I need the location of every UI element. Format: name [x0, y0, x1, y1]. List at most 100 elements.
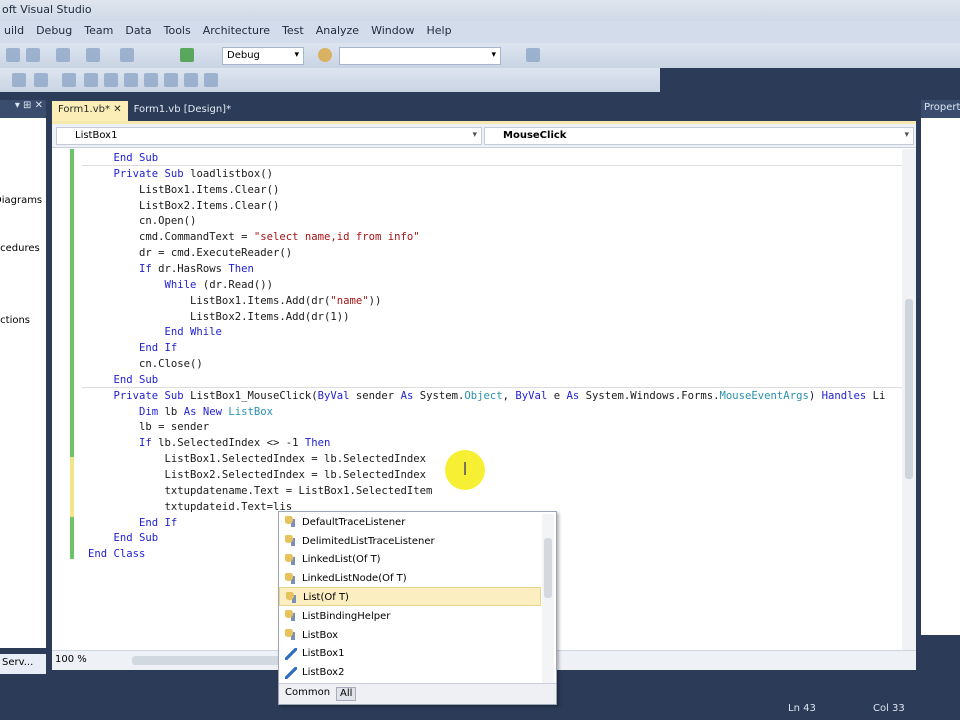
- code-line[interactable]: End If: [88, 340, 177, 356]
- code-line[interactable]: End While: [88, 324, 222, 340]
- tree-item[interactable]: s: [0, 292, 46, 316]
- code-line[interactable]: cn.Open(): [88, 213, 196, 229]
- vertical-scrollbar[interactable]: [902, 149, 916, 651]
- code-line[interactable]: cmd.CommandText = "select name,id from i…: [88, 229, 420, 245]
- completion-item[interactable]: LinkedListNode(Of T): [279, 568, 541, 587]
- tree-item[interactable]: [0, 220, 46, 244]
- code-token: End Sub: [88, 532, 159, 545]
- code-line[interactable]: End If: [88, 515, 177, 531]
- undo-icon[interactable]: [56, 48, 70, 62]
- tree-item[interactable]: ocedures: [0, 244, 46, 268]
- code-line[interactable]: ListBox1.Items.Clear(): [88, 182, 279, 198]
- code-token: cn.Close(): [88, 358, 203, 371]
- tab-form1-vb[interactable]: Form1.vb* ✕: [52, 101, 128, 121]
- save-icon[interactable]: [26, 48, 40, 62]
- completion-scrollbar[interactable]: [542, 514, 554, 684]
- menu-item[interactable]: Debug: [36, 24, 72, 40]
- menu-item[interactable]: uild: [4, 24, 24, 40]
- code-line[interactable]: ListBox2.Items.Clear(): [88, 198, 279, 214]
- code-line[interactable]: txtupdatename.Text = ListBox1.SelectedIt…: [88, 483, 433, 499]
- unsaved-lines-margin: [70, 457, 74, 517]
- comment-icon[interactable]: [62, 73, 76, 87]
- menu-item[interactable]: Architecture: [203, 24, 270, 40]
- code-line[interactable]: ListBox2.Items.Add(dr(1)): [88, 309, 349, 325]
- code-token: ListBox1.SelectedIndex = lb.SelectedInde…: [88, 453, 427, 466]
- prev-bookmark-icon[interactable]: [164, 73, 178, 87]
- outdent-icon[interactable]: [124, 73, 138, 87]
- tree-item[interactable]: s: [0, 268, 46, 292]
- menu-item[interactable]: Analyze: [316, 24, 359, 40]
- next-bookmark-icon[interactable]: [184, 73, 198, 87]
- tree-item[interactable]: ll: [0, 172, 46, 196]
- tab-server-explorer[interactable]: Serv...: [0, 654, 46, 674]
- code-token: As: [400, 389, 420, 402]
- code-token: Then: [304, 437, 331, 450]
- code-line[interactable]: dr = cmd.ExecuteReader(): [88, 245, 292, 261]
- clear-bookmarks-icon[interactable]: [204, 73, 218, 87]
- completion-label: ListBox2: [302, 667, 345, 679]
- code-line[interactable]: ListBox1.Items.Add(dr("name")): [88, 293, 381, 309]
- tree-item[interactable]: ections: [0, 316, 46, 340]
- code-line[interactable]: End Sub: [88, 372, 159, 388]
- completion-item[interactable]: List(Of T): [279, 587, 541, 606]
- code-token: lb.SelectedIndex <> -1: [158, 437, 305, 450]
- code-line[interactable]: If lb.SelectedIndex <> -1 Then: [88, 435, 330, 451]
- completion-item[interactable]: ListBindingHelper: [279, 606, 541, 625]
- redo-icon[interactable]: [86, 48, 100, 62]
- configuration-dropdown[interactable]: Debug: [222, 47, 304, 65]
- event-dropdown[interactable]: MouseClick: [484, 127, 914, 145]
- menu-item[interactable]: Data: [125, 24, 151, 40]
- new-project-icon[interactable]: [6, 48, 20, 62]
- code-line[interactable]: Private Sub ListBox1_MouseClick(ByVal se…: [88, 388, 886, 404]
- code-line[interactable]: While (dr.Read()): [88, 277, 273, 293]
- code-line[interactable]: End Class: [88, 546, 145, 562]
- menu-item[interactable]: Team: [84, 24, 113, 40]
- code-line[interactable]: Private Sub loadlistbox(): [88, 166, 273, 182]
- menu-item[interactable]: Tools: [164, 24, 191, 40]
- code-line[interactable]: cn.Close(): [88, 356, 203, 372]
- tree-item[interactable]: Diagrams: [0, 196, 46, 220]
- completion-item[interactable]: DelimitedListTraceListener: [279, 531, 541, 550]
- completion-item[interactable]: ListBox2: [279, 662, 541, 681]
- completion-label: DefaultTraceListener: [302, 516, 406, 528]
- zoom-level[interactable]: 100 %: [55, 654, 87, 665]
- code-token: ): [808, 389, 822, 402]
- code-line[interactable]: Dim lb As New ListBox: [88, 404, 273, 420]
- help-icon[interactable]: [34, 73, 48, 87]
- completion-item[interactable]: DefaultTraceListener: [279, 512, 541, 531]
- code-token: MouseEventArgs: [719, 389, 809, 402]
- code-line[interactable]: If dr.HasRows Then: [88, 261, 254, 277]
- code-token: )): [368, 294, 382, 307]
- tree-item[interactable]: s: [0, 148, 46, 172]
- menu-item[interactable]: Help: [426, 24, 451, 40]
- code-line[interactable]: ListBox1.SelectedIndex = lb.SelectedInde…: [88, 451, 427, 467]
- solution-explorer-icon[interactable]: [526, 48, 540, 62]
- indent-icon[interactable]: [104, 73, 118, 87]
- code-line[interactable]: ListBox2.SelectedIndex = lb.SelectedInde…: [88, 467, 427, 483]
- code-token: lb = sender: [88, 421, 210, 434]
- code-token: End If: [88, 516, 178, 529]
- completion-item[interactable]: ListBox1: [279, 644, 541, 663]
- menu-item[interactable]: Window: [371, 24, 414, 40]
- navigate-icon[interactable]: [120, 48, 134, 62]
- code-line[interactable]: txtupdateid.Text=lis: [88, 499, 293, 515]
- server-explorer-icon[interactable]: [12, 73, 26, 87]
- completion-item[interactable]: LinkedList(Of T): [279, 550, 541, 569]
- find-icon[interactable]: [318, 48, 332, 62]
- code-line[interactable]: End Sub: [88, 150, 159, 166]
- code-token: Li: [872, 389, 886, 402]
- search-combo[interactable]: [339, 47, 501, 65]
- start-debugging-icon[interactable]: [180, 48, 194, 62]
- code-line[interactable]: lb = sender: [88, 419, 209, 435]
- completion-list: DefaultTraceListener DelimitedListTraceLi…: [279, 512, 556, 681]
- menu-item[interactable]: Test: [282, 24, 304, 40]
- object-dropdown[interactable]: ListBox1: [56, 127, 482, 145]
- close-icon[interactable]: ✕: [113, 104, 121, 115]
- tab-form1-design[interactable]: Form1.vb [Design]*: [128, 101, 238, 121]
- panel-header-controls[interactable]: ▾ ⊞ ✕: [0, 100, 46, 118]
- uncomment-icon[interactable]: [84, 73, 98, 87]
- completion-item[interactable]: ListBox: [279, 625, 541, 644]
- bookmark-icon[interactable]: [144, 73, 158, 87]
- code-line[interactable]: End Sub: [88, 530, 159, 546]
- navigation-bar: ListBox1 MouseClick: [52, 124, 916, 148]
